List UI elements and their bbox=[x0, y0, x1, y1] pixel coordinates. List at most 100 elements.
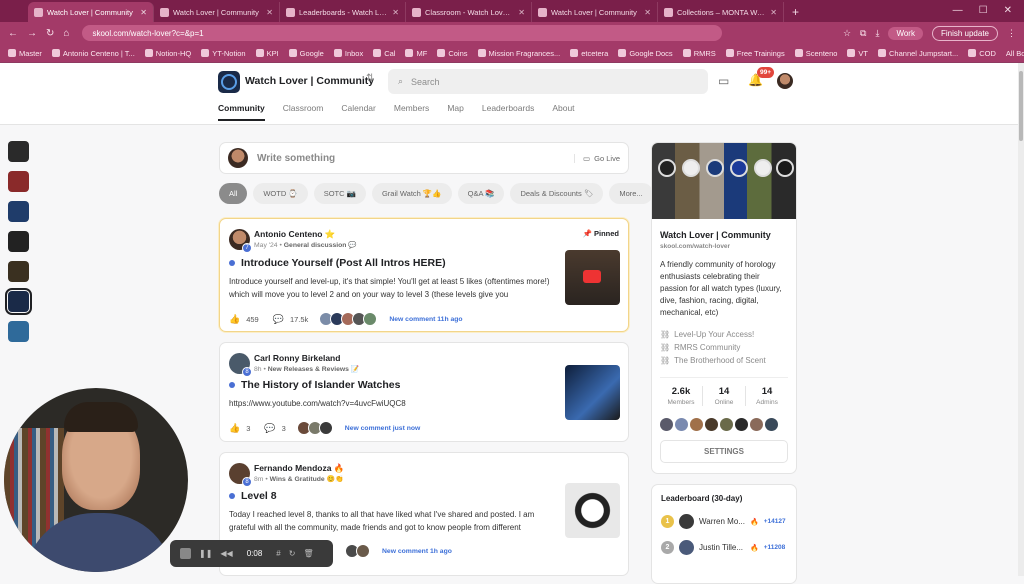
community-icon-7[interactable] bbox=[8, 321, 29, 342]
grid-icon[interactable]: # bbox=[276, 549, 280, 558]
like-icon[interactable]: 👍 bbox=[229, 423, 240, 434]
reload-icon[interactable]: ↻ bbox=[46, 28, 54, 39]
post-author[interactable]: Fernando Mendoza 🔥 bbox=[254, 463, 344, 474]
browser-tab-6[interactable]: Collections – MONTA Watch ✕ bbox=[658, 2, 784, 22]
browser-tab-3[interactable]: Leaderboards - Watch Lover | C✕ bbox=[280, 2, 406, 22]
bookmark-item[interactable]: Coins bbox=[437, 49, 468, 58]
close-tab-icon[interactable]: ✕ bbox=[392, 8, 399, 17]
bookmark-item[interactable]: MF bbox=[405, 49, 427, 58]
back-icon[interactable]: ← bbox=[8, 28, 18, 39]
filter-grail-watch[interactable]: Grail Watch 🏆👍 bbox=[371, 183, 452, 204]
pause-icon[interactable]: ❚❚ bbox=[199, 549, 212, 558]
maximize-icon[interactable]: ☐ bbox=[979, 5, 988, 16]
bookmark-item[interactable]: Cal bbox=[373, 49, 395, 58]
bookmark-item[interactable]: Free Trainings bbox=[725, 49, 785, 58]
extensions-icon[interactable]: ⧉ bbox=[860, 28, 866, 39]
video-thumbnail[interactable] bbox=[565, 250, 620, 305]
stat-members[interactable]: 2.6k Members bbox=[660, 386, 703, 406]
post-composer[interactable]: Write something ▭ Go Live bbox=[219, 142, 629, 174]
download-icon[interactable]: ⤓ bbox=[875, 28, 879, 39]
bookmark-item[interactable]: VT bbox=[847, 49, 868, 58]
avatar[interactable] bbox=[735, 418, 748, 431]
post-author[interactable]: Antonio Centeno ⭐ bbox=[254, 229, 335, 240]
user-avatar[interactable] bbox=[777, 73, 793, 89]
trash-icon[interactable]: 🗑 bbox=[303, 549, 313, 558]
bookmark-item[interactable]: YT-Notion bbox=[201, 49, 246, 58]
community-icon-5[interactable] bbox=[8, 261, 29, 282]
all-bookmarks-button[interactable]: All Bookmarks bbox=[1006, 49, 1024, 58]
settings-button[interactable]: SETTINGS bbox=[660, 440, 788, 463]
post-title[interactable]: Introduce Yourself (Post All Intros HERE… bbox=[229, 257, 446, 269]
community-icon-2[interactable] bbox=[8, 171, 29, 192]
close-tab-icon[interactable]: ✕ bbox=[140, 8, 147, 17]
go-live-button[interactable]: ▭ Go Live bbox=[574, 153, 620, 163]
filter-more[interactable]: More... bbox=[609, 183, 653, 204]
filter-wotd[interactable]: WOTD ⌚ bbox=[253, 183, 308, 204]
stat-admins[interactable]: 14 Admins bbox=[746, 386, 788, 406]
avatar[interactable] bbox=[705, 418, 718, 431]
tab-classroom[interactable]: Classroom bbox=[283, 103, 324, 121]
chat-icon[interactable]: ▭ bbox=[718, 74, 729, 88]
bookmark-item[interactable]: Mission Fragrances... bbox=[477, 49, 560, 58]
bookmark-item[interactable]: Master bbox=[8, 49, 42, 58]
filter-deals[interactable]: Deals & Discounts 🏷 bbox=[510, 183, 604, 204]
close-tab-icon[interactable]: ✕ bbox=[770, 8, 777, 17]
filter-qa[interactable]: Q&A 📚 bbox=[457, 183, 505, 204]
browser-tab-1[interactable]: Watch Lover | Community ✕ bbox=[28, 2, 154, 22]
tab-community[interactable]: Community bbox=[218, 103, 265, 121]
stop-recording-icon[interactable] bbox=[180, 548, 191, 559]
tab-calendar[interactable]: Calendar bbox=[341, 103, 376, 121]
forward-icon[interactable]: → bbox=[27, 28, 37, 39]
new-comment-link[interactable]: New comment just now bbox=[345, 425, 421, 432]
close-tab-icon[interactable]: ✕ bbox=[266, 8, 273, 17]
community-icon-3[interactable] bbox=[8, 201, 29, 222]
post-title[interactable]: Level 8 bbox=[229, 490, 277, 502]
close-tab-icon[interactable]: ✕ bbox=[644, 8, 651, 17]
post-author[interactable]: Carl Ronny Birkeland bbox=[254, 353, 340, 363]
webcam-overlay[interactable] bbox=[4, 388, 188, 572]
bookmark-star-icon[interactable]: ☆ bbox=[843, 28, 851, 39]
bookmark-item[interactable]: etcetera bbox=[570, 49, 608, 58]
leaderboard-row[interactable]: 2 Justin Tille... 🔥 +11208 bbox=[661, 540, 787, 555]
scrollbar-thumb[interactable] bbox=[1019, 71, 1023, 141]
community-watch-lover-icon[interactable] bbox=[5, 288, 32, 315]
tab-members[interactable]: Members bbox=[394, 103, 429, 121]
group-logo[interactable] bbox=[218, 71, 240, 93]
group-name[interactable]: Watch Lover | Community bbox=[245, 75, 374, 87]
new-comment-link[interactable]: New comment 1h ago bbox=[382, 548, 452, 555]
browser-tab-4[interactable]: Classroom - Watch Lover | Com✕ bbox=[406, 2, 532, 22]
new-tab-button[interactable]: + bbox=[784, 2, 807, 22]
post-thumbnail[interactable] bbox=[565, 365, 620, 420]
community-icon-4[interactable] bbox=[8, 231, 29, 252]
link-brotherhood[interactable]: ⛓ The Brotherhood of Scent bbox=[660, 354, 788, 367]
group-switcher-icon[interactable]: ⇅ bbox=[366, 73, 374, 84]
avatar[interactable] bbox=[720, 418, 733, 431]
minimize-icon[interactable]: — bbox=[953, 5, 963, 16]
bookmark-item[interactable]: Google Docs bbox=[618, 49, 673, 58]
bookmark-item[interactable]: KPI bbox=[255, 49, 279, 58]
bookmark-item[interactable]: Google bbox=[288, 49, 324, 58]
comment-icon[interactable]: 💬 bbox=[264, 423, 275, 434]
rewind-icon[interactable]: ◀◀ bbox=[220, 549, 232, 558]
bookmark-item[interactable]: Antonio Centeno | T... bbox=[51, 49, 135, 58]
community-url[interactable]: skool.com/watch-lover bbox=[660, 243, 788, 250]
post-title[interactable]: The History of Islander Watches bbox=[229, 379, 400, 391]
comment-icon[interactable]: 💬 bbox=[273, 314, 284, 325]
search-input[interactable]: ⌕ Search bbox=[388, 69, 708, 94]
community-10k-club-icon[interactable] bbox=[8, 141, 29, 162]
home-icon[interactable]: ⌂ bbox=[63, 28, 69, 39]
browser-tab-2[interactable]: Watch Lover | Community ✕ bbox=[154, 2, 280, 22]
profile-button[interactable]: Work bbox=[888, 26, 923, 40]
close-window-icon[interactable]: ✕ bbox=[1004, 5, 1012, 16]
stat-online[interactable]: 14 Online bbox=[703, 386, 746, 406]
restart-icon[interactable]: ↻ bbox=[289, 549, 296, 558]
bookmark-item[interactable]: Notion-HQ bbox=[144, 49, 191, 58]
filter-sotc[interactable]: SOTC 📷 bbox=[313, 183, 366, 204]
finish-update-button[interactable]: Finish update bbox=[931, 25, 998, 41]
bookmark-item[interactable]: RMRS bbox=[682, 49, 716, 58]
bookmark-item[interactable]: Scenteno bbox=[794, 49, 837, 58]
post-card[interactable]: 7 Antonio Centeno ⭐ May '24 • General di… bbox=[219, 218, 629, 332]
post-thumbnail[interactable] bbox=[565, 483, 620, 538]
menu-kebab-icon[interactable]: ⋮ bbox=[1007, 28, 1016, 39]
bookmark-item[interactable]: Inbox bbox=[333, 49, 363, 58]
